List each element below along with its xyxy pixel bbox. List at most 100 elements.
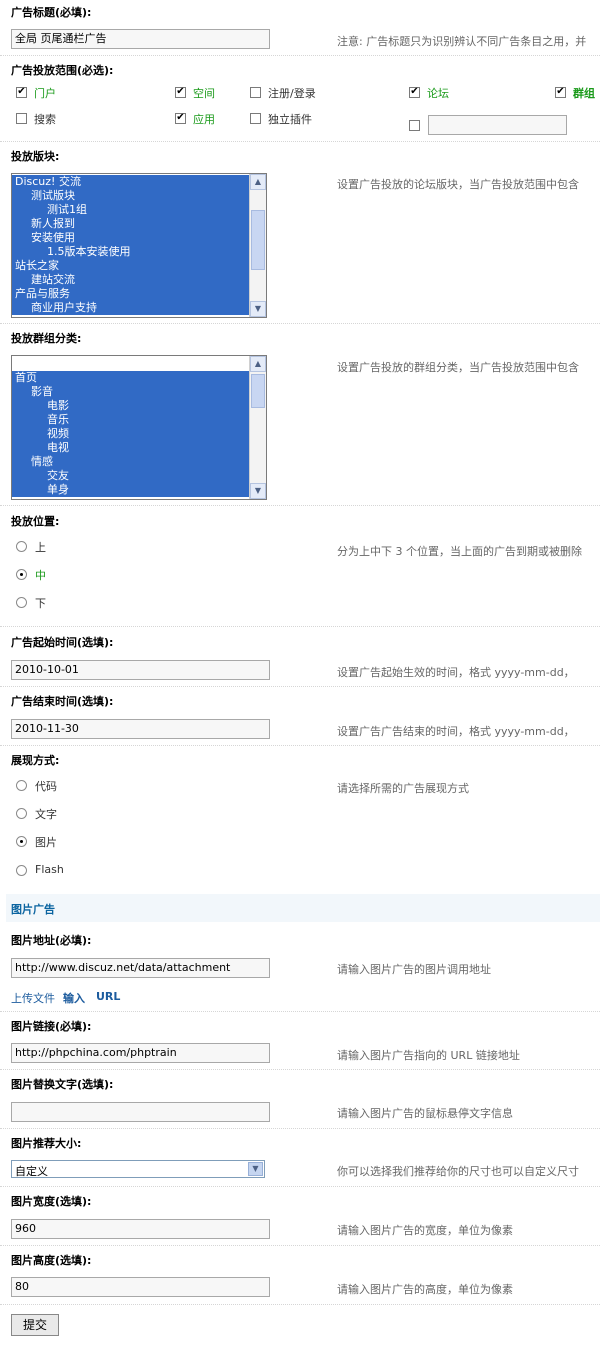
position-hint: 分为上中下 3 个位置，当上面的广告到期或被删除 (337, 545, 582, 558)
forum-option[interactable]: 测试1组 (12, 203, 249, 217)
image-url-label: 图片地址(必填): (11, 934, 92, 947)
forums-label: 投放版块: (11, 150, 60, 163)
display-code-radio[interactable] (16, 780, 27, 791)
divider (0, 1069, 600, 1070)
image-link-hint: 请输入图片广告指向的 URL 链接地址 (337, 1049, 520, 1062)
end-time-label: 广告结束时间(选填): (11, 695, 114, 708)
forum-option[interactable]: 商业用户支持 (12, 301, 249, 315)
forum-option[interactable]: 测试版块 (12, 189, 249, 203)
display-image-radio[interactable] (16, 836, 27, 847)
group-option[interactable]: 电视 (12, 441, 249, 455)
ad-title-hint: 注意: 广告标题只为识别辨认不同广告条目之用，并 (337, 35, 587, 48)
group-option[interactable]: 电影 (12, 399, 249, 413)
forum-option[interactable]: Discuz! 交流 (12, 175, 249, 189)
group-option[interactable]: 视频 (12, 427, 249, 441)
chevron-down-icon[interactable]: ▼ (248, 1162, 263, 1176)
forums-scrollbar[interactable]: ▲ ▼ (249, 174, 266, 317)
image-link-input[interactable]: http://phpchina.com/phptrain (11, 1043, 270, 1063)
image-url-hint: 请输入图片广告的图片调用地址 (337, 963, 491, 976)
image-width-input[interactable]: 960 (11, 1219, 270, 1239)
forum-option[interactable]: 1.5版本安装使用 (12, 245, 249, 259)
divider (0, 1128, 600, 1129)
scroll-down-icon[interactable]: ▼ (250, 301, 266, 317)
scope-space-label: 空间 (193, 87, 215, 100)
image-height-input[interactable]: 80 (11, 1277, 270, 1297)
display-image-label: 图片 (35, 836, 57, 849)
scope-plugin-checkbox[interactable] (250, 113, 261, 124)
divider (0, 323, 600, 324)
position-bottom-radio[interactable] (16, 597, 27, 608)
scope-custom-checkbox[interactable] (409, 120, 420, 131)
divider (0, 745, 600, 746)
image-width-label: 图片宽度(选填): (11, 1195, 92, 1208)
scope-portal-label: 门户 (34, 87, 56, 100)
ad-title-label: 广告标题(必填): (11, 6, 92, 19)
group-option[interactable]: 情感 (12, 455, 249, 469)
scope-plugin-label: 独立插件 (268, 113, 312, 126)
scope-group-label: 群组 (573, 87, 595, 100)
image-size-value: 自定义 (15, 1165, 48, 1178)
display-text-radio[interactable] (16, 808, 27, 819)
image-alt-input[interactable] (11, 1102, 270, 1122)
scope-search-label: 搜索 (34, 113, 56, 126)
forum-option[interactable]: 产品与服务 (12, 287, 249, 301)
group-option[interactable]: 首页 (12, 371, 249, 385)
group-option[interactable]: 影音 (12, 385, 249, 399)
scroll-up-icon[interactable]: ▲ (250, 356, 266, 372)
image-link-label: 图片链接(必填): (11, 1020, 92, 1033)
scope-custom-input[interactable] (428, 115, 567, 135)
scope-portal-checkbox[interactable] (16, 87, 27, 98)
submit-button[interactable]: 提交 (11, 1314, 59, 1336)
display-code-label: 代码 (35, 780, 57, 793)
scope-forum-label: 论坛 (427, 87, 449, 100)
image-url-input[interactable]: http://www.discuz.net/data/attachment (11, 958, 270, 978)
image-size-label: 图片推荐大小: (11, 1137, 82, 1150)
position-top-radio[interactable] (16, 541, 27, 552)
groups-listbox[interactable]: 首页 影音 电影 音乐 视频 电视 情感 交友 单身 ▲ ▼ (11, 355, 267, 500)
scope-forum-checkbox[interactable] (409, 87, 420, 98)
scope-group-checkbox[interactable] (555, 87, 566, 98)
groups-hint: 设置广告投放的群组分类，当广告投放范围中包含 (337, 361, 579, 374)
position-middle-radio[interactable] (16, 569, 27, 580)
scope-search-checkbox[interactable] (16, 113, 27, 124)
group-option[interactable]: 单身 (12, 483, 249, 497)
end-time-hint: 设置广告广告结束的时间，格式 yyyy-mm-dd， (337, 725, 575, 738)
ad-title-input[interactable]: 全局 页尾通栏广告 (11, 29, 270, 49)
divider (0, 55, 600, 56)
position-middle-label: 中 (35, 569, 46, 582)
image-size-hint: 你可以选择我们推荐给你的尺寸也可以自定义尺寸 (337, 1165, 579, 1178)
scroll-down-icon[interactable]: ▼ (250, 483, 266, 499)
group-option[interactable]: 音乐 (12, 413, 249, 427)
blank-option (12, 357, 249, 371)
divider (0, 1011, 600, 1012)
forums-listbox[interactable]: Discuz! 交流 测试版块 测试1组 新人报到 安装使用 1.5版本安装使用… (11, 173, 267, 318)
scope-app-checkbox[interactable] (175, 113, 186, 124)
start-time-hint: 设置广告起始生效的时间，格式 yyyy-mm-dd， (337, 666, 575, 679)
display-flash-label: Flash (35, 863, 64, 876)
image-ad-section-title: 图片广告 (11, 903, 55, 916)
forum-option[interactable]: 站长之家 (12, 259, 249, 273)
scroll-thumb[interactable] (251, 210, 265, 270)
group-option[interactable]: 交友 (12, 469, 249, 483)
scope-register-checkbox[interactable] (250, 87, 261, 98)
image-ad-section-header (6, 894, 600, 922)
divider (0, 1245, 600, 1246)
forum-option[interactable]: 安装使用 (12, 231, 249, 245)
input-url-tab[interactable]: 输入 (63, 990, 85, 1006)
display-flash-radio[interactable] (16, 865, 27, 876)
forum-option[interactable]: 新人报到 (12, 217, 249, 231)
image-alt-label: 图片替换文字(选填): (11, 1078, 114, 1091)
url-tab[interactable]: URL (96, 990, 120, 1003)
image-size-select[interactable]: 自定义 ▼ (11, 1160, 265, 1178)
groups-scrollbar[interactable]: ▲ ▼ (249, 356, 266, 499)
upload-file-tab[interactable]: 上传文件 (11, 990, 55, 1006)
scroll-thumb[interactable] (251, 374, 265, 408)
forum-option[interactable]: 建站交流 (12, 273, 249, 287)
scroll-up-icon[interactable]: ▲ (250, 174, 266, 190)
scope-app-label: 应用 (193, 113, 215, 126)
end-time-input[interactable]: 2010-11-30 (11, 719, 270, 739)
start-time-input[interactable]: 2010-10-01 (11, 660, 270, 680)
image-height-label: 图片高度(选填): (11, 1254, 92, 1267)
divider (0, 505, 600, 506)
scope-space-checkbox[interactable] (175, 87, 186, 98)
